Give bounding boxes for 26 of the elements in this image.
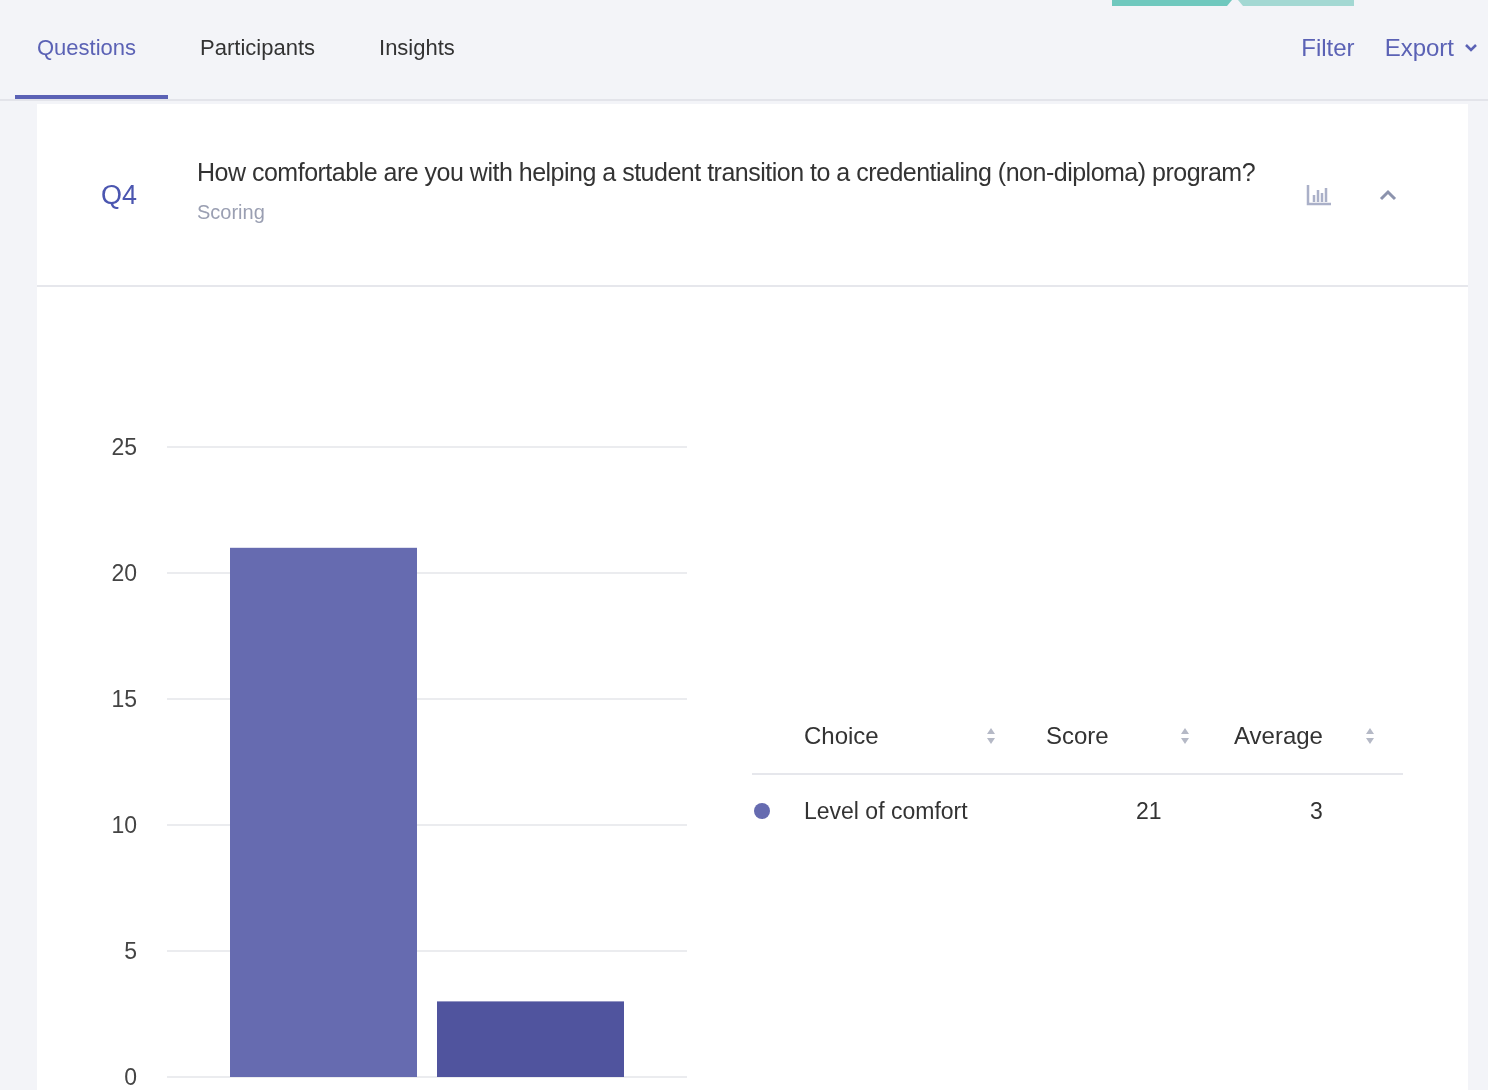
collapse-chevron-icon[interactable] bbox=[1378, 189, 1398, 201]
tab[interactable]: Questions bbox=[15, 0, 169, 99]
question-number: Q4 bbox=[101, 180, 139, 211]
sort-icon[interactable] bbox=[1365, 726, 1375, 746]
filter-button[interactable]: Filter bbox=[1301, 33, 1355, 62]
y-tick-label: 10 bbox=[111, 812, 137, 838]
question-type: Scoring bbox=[197, 201, 266, 224]
table-cell-text: Level of comfort bbox=[804, 797, 969, 825]
bar-chart-icon[interactable] bbox=[1306, 184, 1332, 206]
y-tick-label: 0 bbox=[124, 1064, 137, 1090]
tab[interactable]: Participants bbox=[168, 0, 347, 99]
y-tick-label: 25 bbox=[111, 434, 137, 460]
chevron-down-icon bbox=[1464, 42, 1478, 53]
sort-icon[interactable] bbox=[986, 726, 996, 746]
table-cell-text: 3 bbox=[1309, 797, 1324, 825]
export-button[interactable]: Export bbox=[1384, 33, 1478, 62]
y-tick-label: 5 bbox=[124, 938, 137, 964]
column-header[interactable]: Choice bbox=[804, 722, 879, 750]
table-cell-text: 21 bbox=[1135, 797, 1163, 825]
tab[interactable]: Insights bbox=[347, 0, 487, 99]
question-title: How comfortable are you with helping a student transition to a credentialing (non-diploma) program? bbox=[197, 158, 1257, 187]
y-tick-label: 20 bbox=[111, 560, 137, 586]
column-header[interactable]: Average bbox=[1234, 722, 1323, 750]
column-header[interactable]: Score bbox=[1046, 722, 1109, 750]
y-tick-label: 15 bbox=[111, 686, 137, 712]
sort-icon[interactable] bbox=[1180, 726, 1190, 746]
